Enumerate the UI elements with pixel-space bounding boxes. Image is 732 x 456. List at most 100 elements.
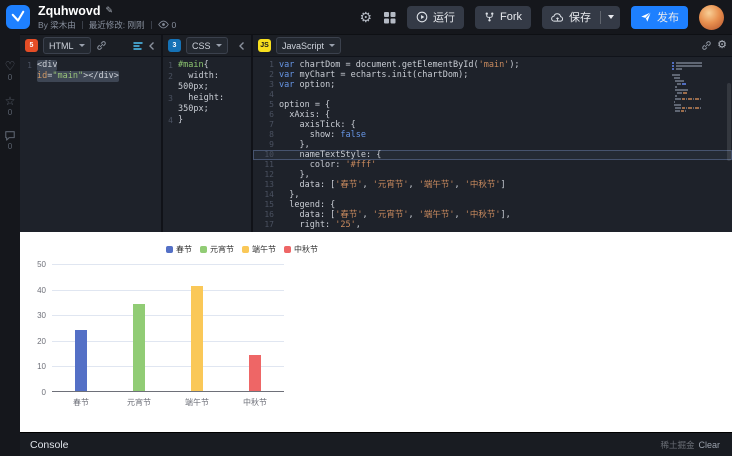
run-label: 运行 xyxy=(433,12,455,24)
line-number: 13 xyxy=(264,180,274,189)
scrollbar-thumb[interactable] xyxy=(727,83,731,161)
collapse-left-icon[interactable] xyxy=(238,41,246,51)
y-axis-tick-label: 0 xyxy=(41,388,46,397)
console-clear-button[interactable]: Clear xyxy=(698,440,720,450)
gridline xyxy=(52,264,284,265)
line-number: 14 xyxy=(264,190,274,199)
save-split-divider xyxy=(600,10,601,24)
line-number: 4 xyxy=(168,116,173,125)
y-axis-tick-label: 10 xyxy=(37,362,46,372)
code-line: 11 color: '#fff' xyxy=(253,160,732,170)
publish-label: 发布 xyxy=(657,12,679,24)
x-axis-tick-label: 元宵节 xyxy=(127,398,151,407)
legend-marker xyxy=(166,246,173,253)
legend-item[interactable]: 春节 xyxy=(166,244,192,255)
run-button[interactable]: 运行 xyxy=(407,5,464,29)
legend-item[interactable]: 元宵节 xyxy=(200,244,234,255)
css-language-label: CSS xyxy=(192,40,211,51)
line-number: 12 xyxy=(264,170,274,179)
javascript-icon: JS xyxy=(258,39,271,52)
line-number: 17 xyxy=(264,220,274,229)
js-panel: JS JavaScript ⚙ 1 var chartDom = documen… xyxy=(253,35,732,232)
save-dropdown-caret-icon[interactable] xyxy=(608,15,614,19)
console-toggle[interactable]: Console xyxy=(30,439,69,451)
css-language-select[interactable]: CSS xyxy=(186,37,228,54)
css-panel-header: 3 CSS xyxy=(163,35,251,57)
legend-item[interactable]: 端午节 xyxy=(242,244,276,255)
code-line: 1 #main{ xyxy=(163,60,251,71)
code-line: 1 var chartDom = document.getElementById(… xyxy=(253,60,732,70)
topbar-actions: ⚙ 运行 Fork 保存 发布 xyxy=(359,4,724,30)
chevron-down-icon xyxy=(329,44,336,47)
line-number: 4 xyxy=(269,90,274,99)
legend-label: 春节 xyxy=(176,245,192,254)
save-label: 保存 xyxy=(569,12,591,24)
link-icon[interactable] xyxy=(701,40,712,51)
heart-icon: ♡ xyxy=(4,59,16,73)
like-button[interactable]: ♡ 0 xyxy=(5,60,16,82)
code-line: 350px; xyxy=(163,104,251,115)
byline-divider xyxy=(150,20,152,29)
editor-gear-icon[interactable]: ⚙ xyxy=(717,40,727,51)
star-button[interactable]: ☆ 0 xyxy=(5,95,16,117)
byline: By 梁木由 最近修改: 刚刚 0 xyxy=(38,19,176,31)
legend-item[interactable]: 中秋节 xyxy=(284,244,318,255)
author-link[interactable]: By 梁木由 xyxy=(38,19,76,31)
pen-title: Zquhwovd xyxy=(38,3,101,18)
preview-pane: 春节 元宵节 端午节 中秋节 0 10 20 30 40 50 春节 元宵节 端午节 中秋节 xyxy=(20,232,732,432)
cloud-upload-icon xyxy=(551,12,564,22)
save-button[interactable]: 保存 xyxy=(542,5,620,29)
code-line: 8 show: false xyxy=(253,130,732,140)
html-language-label: HTML xyxy=(49,40,74,51)
chart-legend: 春节 元宵节 端午节 中秋节 xyxy=(166,244,318,255)
comment-button[interactable]: 0 xyxy=(4,130,16,151)
format-icon[interactable] xyxy=(133,41,143,51)
js-language-select[interactable]: JavaScript xyxy=(276,37,342,54)
legend-marker xyxy=(242,246,249,253)
app-root: Zquhwovd ✎ By 梁木由 最近修改: 刚刚 0 ⚙ 运行 Fork 保… xyxy=(0,0,732,456)
code-line: 1 <div xyxy=(20,60,161,71)
collapse-left-icon[interactable] xyxy=(148,41,156,51)
line-number: 1 xyxy=(27,61,32,70)
minimap[interactable] xyxy=(672,62,702,113)
layout-grid-icon[interactable] xyxy=(383,11,396,24)
link-icon[interactable] xyxy=(96,40,107,51)
code-line: id="main"></div> xyxy=(20,71,161,82)
top-bar: Zquhwovd ✎ By 梁木由 最近修改: 刚刚 0 ⚙ 运行 Fork 保… xyxy=(0,0,732,34)
play-circle-icon xyxy=(416,11,428,23)
fork-button[interactable]: Fork xyxy=(475,5,531,29)
edit-title-icon[interactable]: ✎ xyxy=(106,5,114,16)
line-number xyxy=(20,71,37,82)
app-logo-icon[interactable] xyxy=(6,5,30,29)
editor-panels: 5 HTML 1 <div id="main"></div> 3 CSS 1 #… xyxy=(20,34,732,232)
code-line: 13 data: ['春节', '元宵节', '端午节', '中秋节'] xyxy=(253,180,732,190)
css-code-editor[interactable]: 1 #main{2 width: 500px; 3 height: 350px; 4} xyxy=(163,57,251,232)
fork-label: Fork xyxy=(500,11,522,23)
legend-marker xyxy=(200,246,207,253)
line-number: 2 xyxy=(269,70,274,79)
bar-端午节 xyxy=(191,286,203,391)
y-axis-tick-label: 40 xyxy=(37,285,46,295)
html-language-select[interactable]: HTML xyxy=(43,37,91,54)
line-number: 3 xyxy=(168,94,173,103)
css3-icon: 3 xyxy=(168,39,181,52)
logo-check-icon xyxy=(11,10,25,22)
legend-label: 元宵节 xyxy=(210,245,234,254)
user-avatar[interactable] xyxy=(699,4,724,30)
code-line: 17 right: '25', xyxy=(253,220,732,230)
gridline xyxy=(52,289,284,291)
js-code-editor[interactable]: 1 var chartDom = document.getElementById(… xyxy=(253,57,732,232)
line-number: 6 xyxy=(269,110,274,119)
code-line: 3 var option; xyxy=(253,80,732,90)
html-panel-header: 5 HTML xyxy=(20,35,161,57)
html-code-editor[interactable]: 1 <div id="main"></div> xyxy=(20,57,161,232)
line-number: 11 xyxy=(264,160,274,169)
publish-button[interactable]: 发布 xyxy=(631,5,688,29)
eye-icon xyxy=(157,20,169,29)
y-axis-tick-label: 50 xyxy=(37,260,46,269)
bar-元宵节 xyxy=(133,303,145,391)
line-number: 8 xyxy=(269,130,274,139)
js-language-label: JavaScript xyxy=(282,40,325,51)
js-panel-header: JS JavaScript ⚙ xyxy=(253,35,732,57)
settings-gear-icon[interactable]: ⚙ xyxy=(359,10,372,24)
